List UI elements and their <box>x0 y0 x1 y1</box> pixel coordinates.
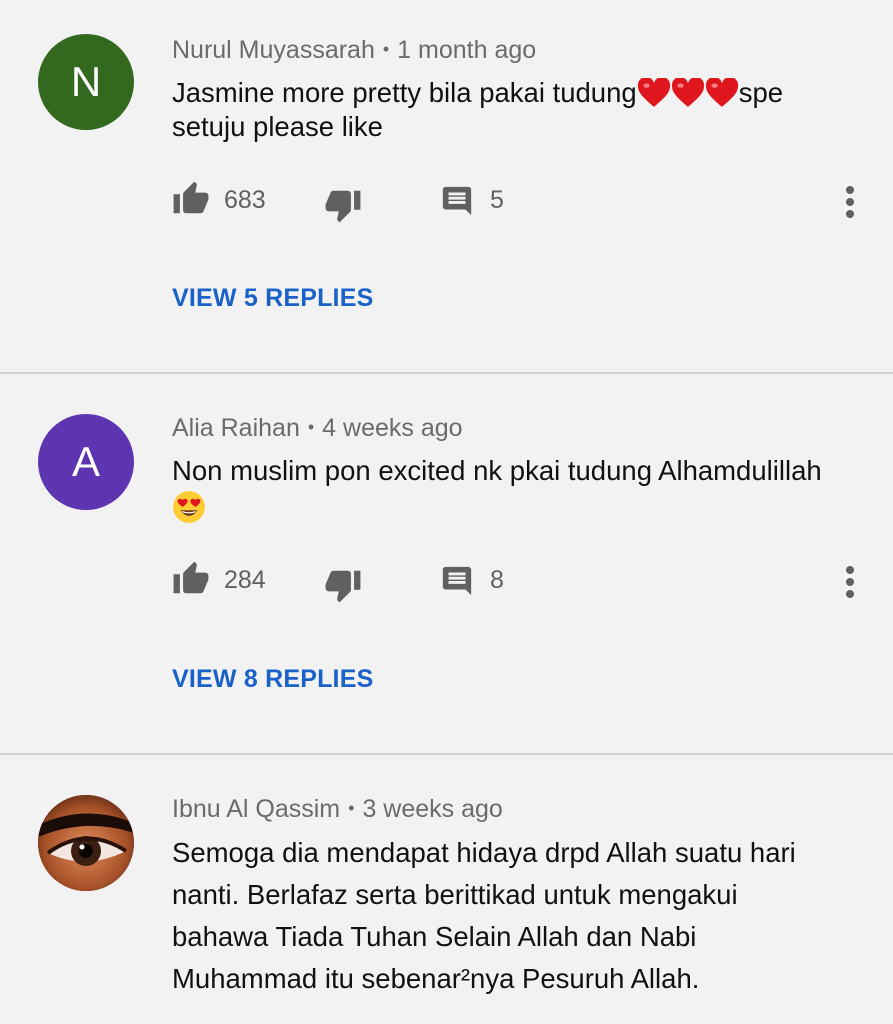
divider <box>0 372 893 374</box>
timestamp: 4 weeks ago <box>322 414 463 442</box>
comment-text-part-1: Non muslim pon excited nk pkai tudung Al… <box>172 455 822 486</box>
comment-meta: Alia Raihan • 4 weeks ago <box>172 414 463 443</box>
author-name[interactable]: Nurul Muyassarah <box>172 36 375 64</box>
like-count: 683 <box>224 186 266 214</box>
red-heart-icon <box>705 78 738 107</box>
comment-meta: Nurul Muyassarah • 1 month ago <box>172 36 536 65</box>
avatar[interactable] <box>38 795 134 891</box>
comment-text-part-1: Jasmine more pretty bila pakai tudung <box>172 77 637 108</box>
eye-photo-avatar-icon <box>38 795 134 891</box>
comment-actions: 284 8 <box>172 560 872 604</box>
reply-count: 5 <box>490 186 504 214</box>
red-heart-icon <box>637 78 670 107</box>
avatar[interactable]: N <box>38 34 134 130</box>
thumbs-down-icon[interactable] <box>324 186 362 224</box>
author-name[interactable]: Ibnu Al Qassim <box>172 795 340 823</box>
comment-meta: Ibnu Al Qassim • 3 weeks ago <box>172 795 503 824</box>
like-count: 284 <box>224 566 266 594</box>
comment-text-line: bahawa Tiada Tuhan Selain Allah dan Nabi <box>172 921 697 952</box>
separator-dot: • <box>307 417 315 437</box>
comment-text-line: nanti. Berlafaz serta berittikad untuk m… <box>172 879 738 910</box>
divider <box>0 753 893 755</box>
avatar[interactable]: A <box>38 414 134 510</box>
author-name[interactable]: Alia Raihan <box>172 414 300 442</box>
reply-icon[interactable] <box>440 184 474 218</box>
comment-actions: 683 5 <box>172 180 872 224</box>
thumbs-up-icon[interactable] <box>172 560 210 598</box>
separator-dot: • <box>348 798 355 818</box>
comment-text-line: Semoga dia mendapat hidaya drpd Allah su… <box>172 837 796 868</box>
comment-text: Jasmine more pretty bila pakai tudung spe… <box>172 76 862 144</box>
separator-dot: • <box>382 39 390 59</box>
reply-icon[interactable] <box>440 564 474 598</box>
reply-count: 8 <box>490 566 504 594</box>
comment-text: Semoga dia mendapat hidaya drpd Allah su… <box>172 832 862 1000</box>
timestamp: 1 month ago <box>397 36 537 64</box>
comment-text: Non muslim pon excited nk pkai tudung Al… <box>172 454 862 524</box>
comment-text-line: Muhammad itu sebenar²nya Pesuruh Allah. <box>172 963 700 994</box>
timestamp: 3 weeks ago <box>362 795 503 823</box>
avatar-letter: N <box>70 58 102 105</box>
more-options-icon[interactable] <box>838 180 862 224</box>
more-options-icon[interactable] <box>838 560 862 604</box>
thumbs-down-icon[interactable] <box>324 566 362 604</box>
heart-eyes-emoji-icon <box>173 491 205 523</box>
view-replies-button[interactable]: VIEW 5 REPLIES <box>172 284 373 313</box>
thumbs-up-icon[interactable] <box>172 180 210 218</box>
view-replies-button[interactable]: VIEW 8 REPLIES <box>172 665 373 694</box>
red-heart-icon <box>671 78 704 107</box>
avatar-letter: A <box>71 438 100 485</box>
